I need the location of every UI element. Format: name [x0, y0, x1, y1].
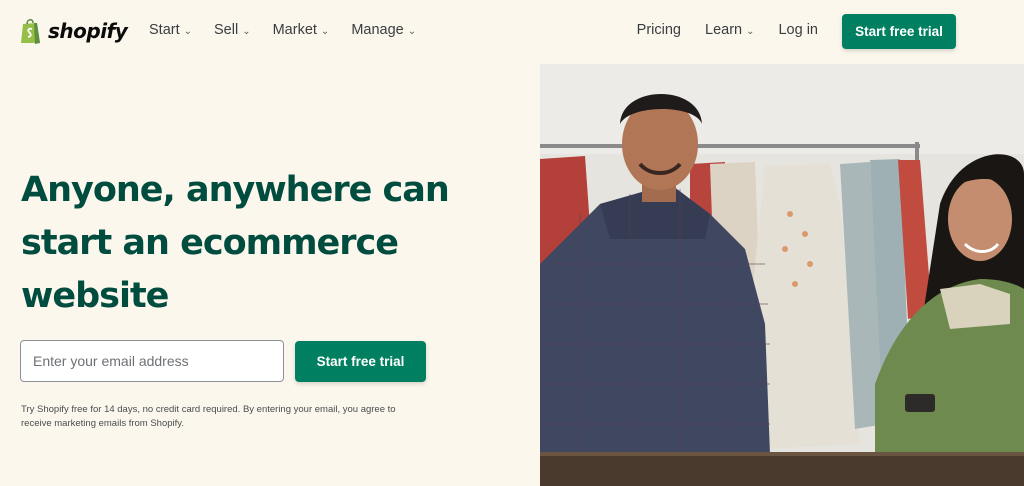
shopify-logo[interactable]: shopify: [20, 16, 128, 46]
hero-photo: [540, 64, 1024, 486]
email-input[interactable]: [20, 340, 284, 382]
nav-login[interactable]: Log in: [778, 22, 818, 38]
nav-start-label: Start: [149, 22, 180, 38]
nav-sell[interactable]: Sell ⌄: [214, 22, 251, 38]
chevron-down-icon: ⌄: [746, 25, 755, 37]
nav-start[interactable]: Start ⌄: [149, 22, 192, 38]
nav-learn[interactable]: Learn ⌄: [705, 22, 754, 38]
nav-learn-label: Learn: [705, 22, 743, 38]
nav-sell-label: Sell: [214, 22, 239, 38]
chevron-down-icon: ⌄: [320, 25, 330, 37]
merchants-photo-illustration: [540, 64, 1024, 486]
nav-manage[interactable]: Manage ⌄: [351, 22, 416, 38]
nav-login-label: Log in: [778, 22, 818, 38]
trial-disclaimer: Try Shopify free for 14 days, no credit …: [21, 403, 421, 431]
start-free-trial-nav-button[interactable]: Start free trial: [842, 14, 956, 49]
top-navigation: shopify Start ⌄ Sell ⌄ Market ⌄ Manage ⌄…: [0, 0, 1024, 64]
nav-pricing[interactable]: Pricing: [637, 22, 681, 38]
shopping-bag-icon: [21, 18, 40, 44]
start-free-trial-button[interactable]: Start free trial: [295, 341, 426, 382]
brand-name: shopify: [48, 19, 128, 43]
hero-heading-line-1: Anyone, anywhere can: [21, 170, 450, 210]
page: shopify Start ⌄ Sell ⌄ Market ⌄ Manage ⌄…: [0, 0, 1024, 486]
nav-manage-label: Manage: [351, 22, 404, 38]
chevron-down-icon: ⌄: [183, 25, 193, 37]
nav-pricing-label: Pricing: [636, 22, 681, 38]
hero-heading: Anyone, anywhere can start an ecommerce …: [21, 164, 481, 323]
chevron-down-icon: ⌄: [407, 25, 417, 37]
chevron-down-icon: ⌄: [242, 25, 251, 37]
disclaimer-line-2: receive marketing emails from Shopify.: [21, 418, 184, 429]
nav-market-label: Market: [272, 22, 317, 38]
hero-heading-line-3: website: [21, 276, 169, 316]
hero-heading-line-2: start an ecommerce: [21, 223, 399, 263]
primary-nav: Start ⌄ Sell ⌄ Market ⌄ Manage ⌄: [149, 22, 416, 38]
nav-market[interactable]: Market ⌄: [273, 22, 330, 38]
secondary-nav: Pricing Learn ⌄ Log in: [637, 22, 818, 38]
disclaimer-line-1: Try Shopify free for 14 days, no credit …: [21, 404, 396, 415]
